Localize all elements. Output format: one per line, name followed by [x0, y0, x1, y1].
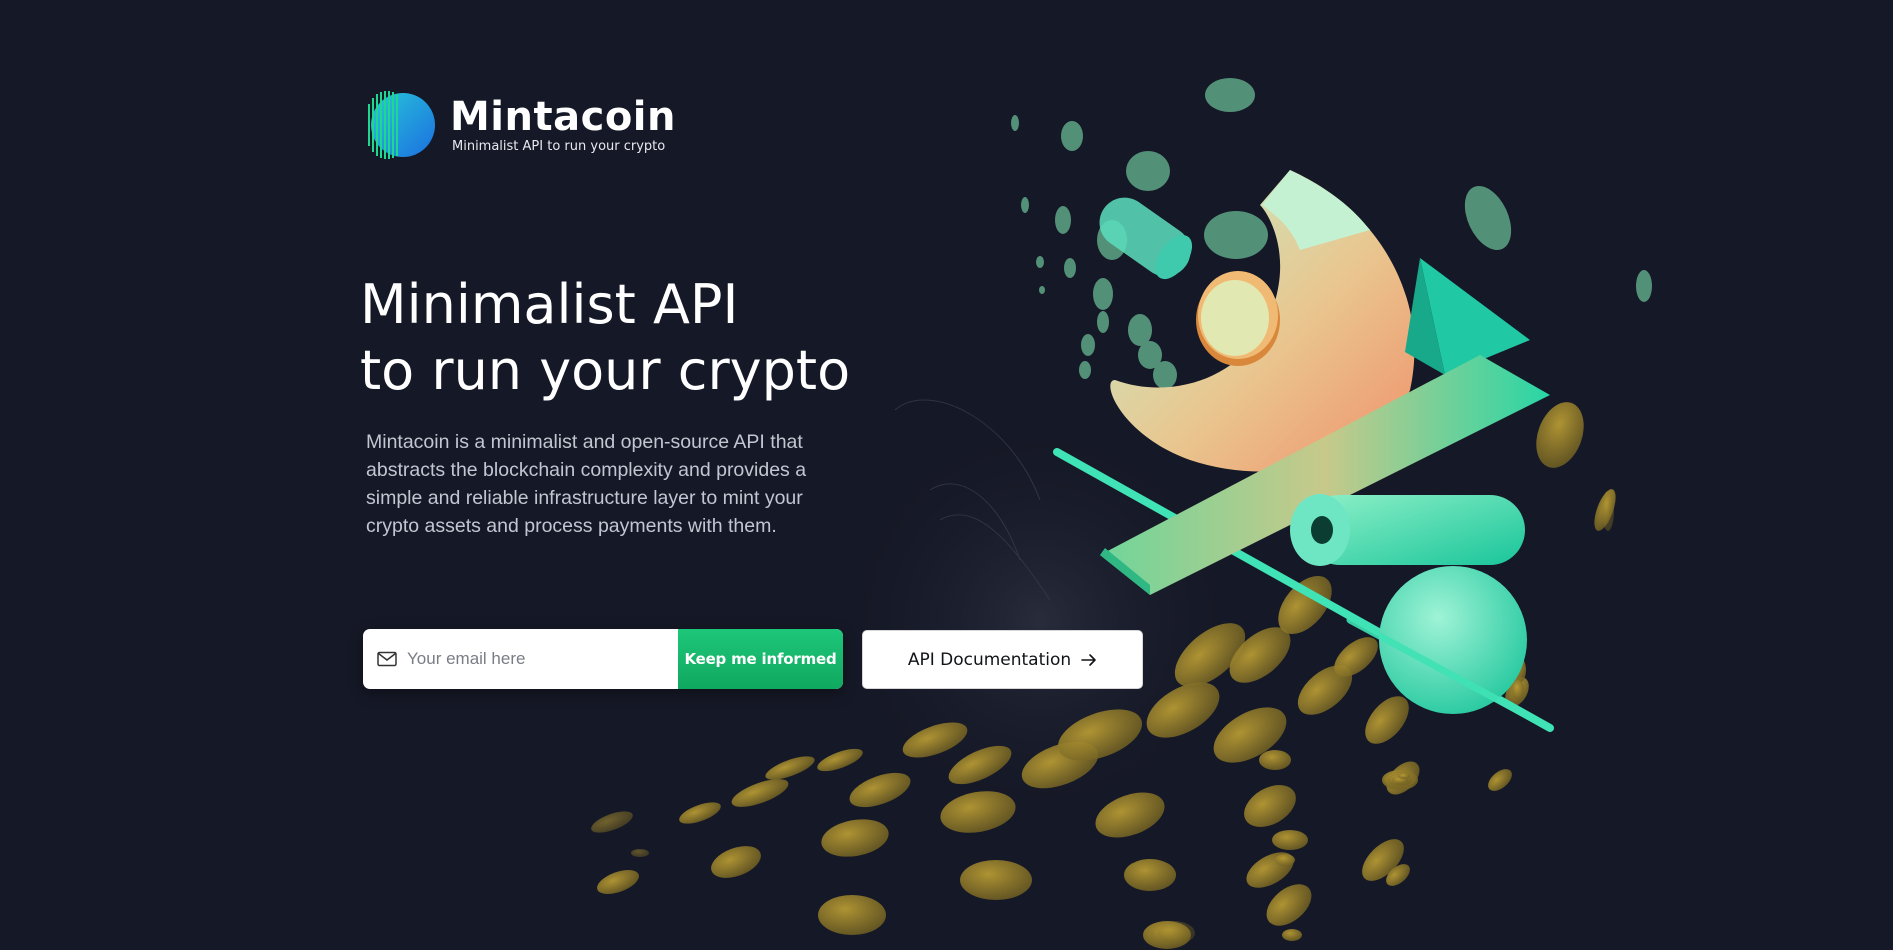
api-documentation-button[interactable]: API Documentation: [862, 630, 1143, 689]
hero-description: Mintacoin is a minimalist and open-sourc…: [366, 431, 807, 537]
hero-title-line-2: to run your crypto: [360, 339, 851, 402]
brand-name: Mintacoin: [450, 94, 676, 140]
arrow-right-icon: [1081, 653, 1096, 666]
brand-logo[interactable]: Mintacoin Minimalist API to run your cry…: [366, 88, 676, 162]
mintacoin-logo-icon: [368, 91, 435, 159]
api-documentation-label: API Documentation: [907, 649, 1072, 670]
email-field[interactable]: [363, 629, 678, 689]
hero-title: Minimalist API to run your crypto: [360, 272, 880, 404]
hero-illustration: [591, 78, 1652, 949]
mail-icon: [377, 651, 397, 667]
keep-me-informed-button[interactable]: Keep me informed: [678, 629, 843, 689]
hero-title-line-1: Minimalist API: [360, 273, 739, 336]
brand-tagline: Minimalist API to run your crypto: [452, 139, 666, 154]
email-input[interactable]: [407, 649, 678, 669]
newsletter-form: Keep me informed: [363, 629, 843, 689]
